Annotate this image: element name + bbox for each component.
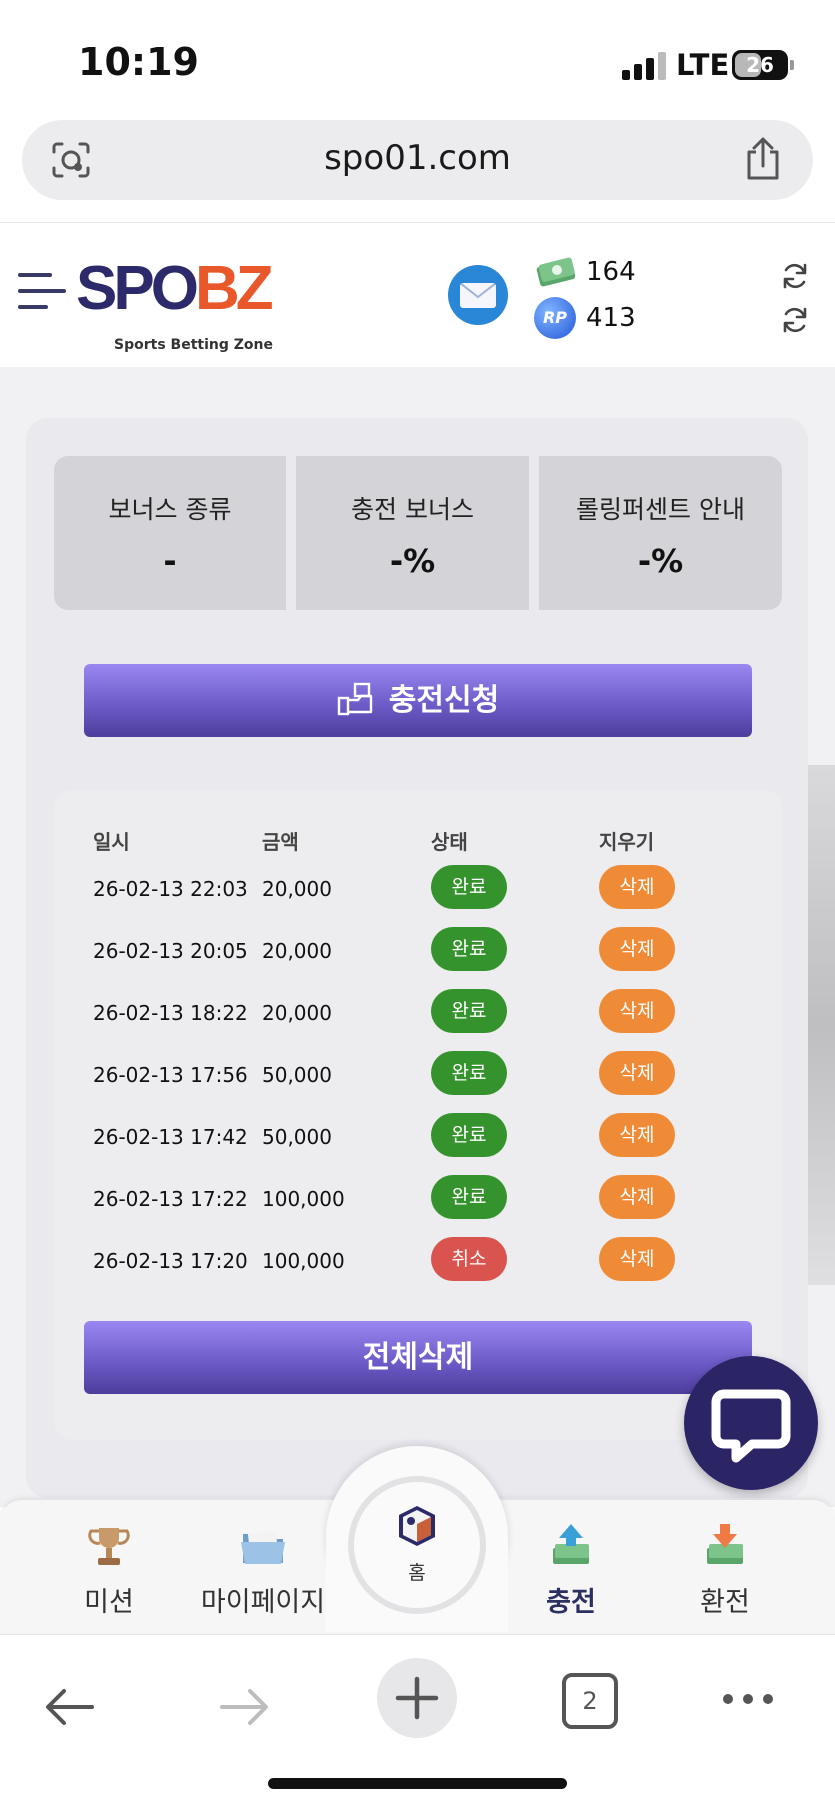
money-balance: 164 (586, 257, 636, 287)
charge-money-up-icon (553, 1524, 589, 1564)
delete-button[interactable]: 삭제 (599, 989, 675, 1033)
home-emblem-icon (399, 1506, 435, 1546)
row-date: 26-02-13 18:22 (93, 1001, 248, 1025)
charge-apply-button[interactable]: 충전신청 (84, 664, 752, 737)
delete-button[interactable]: 삭제 (599, 1113, 675, 1157)
status-time: 10:19 (78, 40, 199, 84)
bonus-info-row: 보너스 종류 - 충전 보너스 -% 롤링퍼센트 안내 -% (54, 456, 782, 610)
rp-point-icon: RP (534, 297, 576, 339)
battery-icon: 26 (732, 50, 788, 80)
battery-level: 26 (746, 53, 774, 77)
home-label: 홈 (408, 1562, 426, 1584)
row-date: 26-02-13 17:22 (93, 1187, 248, 1211)
delete-button[interactable]: 삭제 (599, 865, 675, 909)
signal-icon (622, 52, 666, 80)
nav-exchange-label: 환전 (700, 1587, 750, 1618)
nav-charge-label: 충전 (546, 1587, 596, 1618)
row-date: 26-02-13 17:56 (93, 1063, 248, 1087)
logo-tagline: Sports Betting Zone (114, 337, 273, 353)
site-header: SPOBZ Sports Betting Zone 164 RP 413 (0, 222, 835, 367)
status-badge: 완료 (431, 1051, 507, 1095)
address-bar[interactable]: spo01.com (22, 120, 813, 200)
row-amount: 20,000 (262, 939, 332, 963)
header-amount: 금액 (262, 830, 299, 854)
charge-apply-label: 충전신청 (388, 683, 500, 718)
row-amount: 100,000 (262, 1187, 345, 1211)
row-amount: 50,000 (262, 1063, 332, 1087)
table-row: 26-02-13 22:03 20,000 완료 삭제 (0, 865, 835, 915)
status-badge: 취소 (431, 1237, 507, 1281)
back-arrow-icon[interactable] (42, 1685, 98, 1729)
mail-icon[interactable] (448, 265, 508, 325)
nav-mission[interactable]: 미션 (34, 1500, 184, 1634)
hand-card-icon (337, 682, 372, 715)
rolling-percent-value: -% (637, 542, 684, 580)
row-amount: 20,000 (262, 877, 332, 901)
nav-mypage[interactable]: 마이페이지 (188, 1500, 338, 1634)
delete-button[interactable]: 삭제 (599, 1237, 675, 1281)
money-icon (536, 257, 576, 287)
url-text: spo01.com (324, 138, 511, 178)
hamburger-menu-icon[interactable] (18, 273, 66, 315)
rolling-percent-label: 롤링퍼센트 안내 (576, 495, 745, 524)
header-status: 상태 (431, 830, 468, 854)
bonus-type-label: 보너스 종류 (108, 495, 232, 524)
new-tab-icon[interactable] (376, 1657, 458, 1739)
refresh-rp-icon[interactable] (780, 305, 810, 335)
rp-balance: 413 (586, 303, 636, 333)
table-row: 26-02-13 17:56 50,000 완료 삭제 (0, 1051, 835, 1101)
table-row: 26-02-13 18:22 20,000 완료 삭제 (0, 989, 835, 1039)
charge-bonus-label: 충전 보너스 (351, 495, 474, 524)
share-icon[interactable] (743, 136, 783, 182)
rolling-percent-card: 롤링퍼센트 안내 -% (539, 456, 782, 610)
delete-button[interactable]: 삭제 (599, 927, 675, 971)
table-row: 26-02-13 20:05 20,000 완료 삭제 (0, 927, 835, 977)
bonus-type-value: - (163, 542, 177, 580)
exchange-money-down-icon (707, 1524, 743, 1564)
logo-wordmark: SPOBZ (76, 254, 274, 323)
charge-bonus-card: 충전 보너스 -% (296, 456, 529, 610)
table-row: 26-02-13 17:20 100,000 취소 삭제 (0, 1237, 835, 1287)
nav-mypage-label: 마이페이지 (200, 1587, 326, 1618)
status-badge: 완료 (431, 1113, 507, 1157)
header-datetime: 일시 (93, 830, 130, 854)
row-date: 26-02-13 17:42 (93, 1125, 248, 1149)
row-amount: 50,000 (262, 1125, 332, 1149)
tabs-count-button[interactable]: 2 (562, 1673, 618, 1729)
table-row: 26-02-13 17:22 100,000 완료 삭제 (0, 1175, 835, 1225)
delete-button[interactable]: 삭제 (599, 1051, 675, 1095)
delete-button[interactable]: 삭제 (599, 1175, 675, 1219)
home-indicator (268, 1778, 567, 1789)
row-amount: 20,000 (262, 1001, 332, 1025)
status-badge: 완료 (431, 989, 507, 1033)
battery-tip (790, 60, 794, 70)
site-logo[interactable]: SPOBZ Sports Betting Zone (76, 245, 296, 353)
nav-exchange[interactable]: 환전 (650, 1500, 800, 1634)
delete-all-button[interactable]: 전체삭제 (84, 1321, 752, 1394)
status-badge: 완료 (431, 927, 507, 971)
network-label: LTE (676, 48, 730, 82)
row-date: 26-02-13 17:20 (93, 1249, 248, 1273)
trophy-icon (88, 1528, 130, 1565)
forward-arrow-icon[interactable] (216, 1685, 272, 1729)
charge-bonus-value: -% (389, 542, 436, 580)
folder-icon (241, 1530, 285, 1564)
bonus-type-card: 보너스 종류 - (54, 456, 286, 610)
row-date: 26-02-13 22:03 (93, 877, 248, 901)
row-date: 26-02-13 20:05 (93, 939, 248, 963)
nav-mission-label: 미션 (84, 1587, 134, 1618)
refresh-money-icon[interactable] (780, 261, 810, 291)
status-bar: 10:19 LTE 26 (0, 0, 835, 120)
status-badge: 완료 (431, 865, 507, 909)
status-badge: 완료 (431, 1175, 507, 1219)
chat-bubble-icon (711, 1389, 791, 1463)
live-chat-button[interactable] (684, 1356, 818, 1490)
row-amount: 100,000 (262, 1249, 345, 1273)
table-row: 26-02-13 17:42 50,000 완료 삭제 (0, 1113, 835, 1163)
header-delete: 지우기 (599, 830, 655, 854)
more-options-icon[interactable] (720, 1689, 776, 1709)
nav-charge[interactable]: 충전 (496, 1500, 646, 1634)
